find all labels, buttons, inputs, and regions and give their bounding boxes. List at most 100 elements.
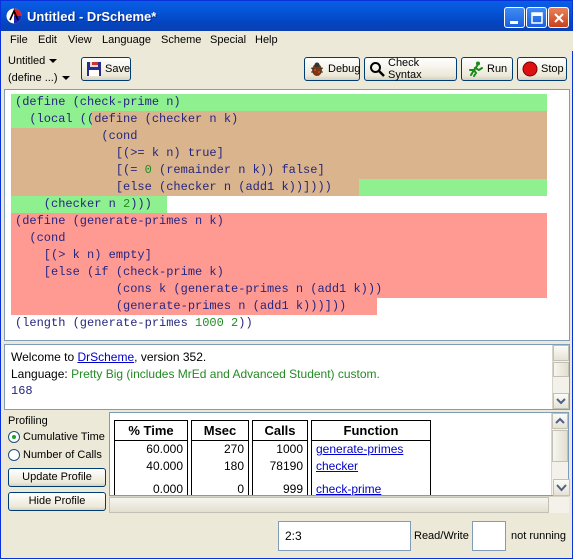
stop-sign-icon [522,61,538,77]
menu-special[interactable]: Special [210,34,246,46]
close-icon [554,13,564,23]
define-menu-label: (define ...) [8,72,58,84]
code-line: (generate-primes n (add1 k)))])) [15,299,347,313]
menu-file[interactable]: File [10,34,28,46]
define-menu[interactable]: (define ...) [8,72,71,84]
maximize-button[interactable] [526,7,547,28]
title-bar[interactable]: Untitled - DrScheme* [1,1,572,31]
profile-horizontal-scrollbar[interactable] [109,496,569,513]
cell-calls: 999 [282,482,303,496]
cell-calls: 78190 [269,459,303,473]
scroll-thumb[interactable] [553,362,569,377]
hide-profile-button[interactable]: Hide Profile [8,492,106,511]
radio-number-of-calls[interactable]: Number of Calls [8,449,102,461]
filename-label: Untitled [8,55,46,67]
result-value: 168 [11,384,33,398]
menu-scheme[interactable]: Scheme [161,34,201,46]
code-line: (length (generate-primes 1000 2)) [15,316,253,330]
gc-indicator [472,521,506,551]
function-link[interactable]: checker [312,458,430,475]
code-line: (local ((define (checker n k) [15,112,239,126]
code-line: [(= 0 (remainder n k)) false] [15,163,325,177]
menu-help[interactable]: Help [255,34,278,46]
cell-time: 60.000 [146,442,183,456]
stop-button-label: Stop [541,63,564,75]
welcome-prefix: Welcome to [11,350,78,364]
menu-edit[interactable]: Edit [38,34,57,46]
floppy-disk-icon [87,62,101,76]
radio-dot-selected [8,431,20,443]
interactions-panel[interactable]: Welcome to DrScheme, version 352. Langua… [4,344,570,410]
code-line: (cond [15,129,138,143]
chevron-up-icon [555,417,565,424]
function-link[interactable]: generate-primes [312,441,430,458]
check-syntax-button[interactable]: Check Syntax [364,57,457,81]
code-line: [(>= k n) true] [15,146,224,160]
code-line: (cond [15,231,66,245]
menu-language[interactable]: Language [102,34,151,46]
code-line: (define (check-prime n) [15,95,181,109]
chevron-down-icon [556,398,566,405]
radio-dot [8,449,20,461]
debug-button-label: Debug [328,63,361,75]
stop-button[interactable]: Stop [517,57,567,81]
cursor-position: 2:3 [278,521,411,551]
column-time: % Time 60.000 40.000 0.000 [114,420,188,496]
filename-menu[interactable]: Untitled [8,55,58,67]
run-button[interactable]: Run [461,57,513,81]
profiling-label: Profiling [8,415,48,427]
language-value: Pretty Big (includes MrEd and Advanced S… [71,367,380,381]
close-window-button[interactable] [548,7,569,28]
magnifier-icon [370,62,385,77]
drscheme-window: Untitled - DrScheme* File Edit View Lang… [0,0,573,559]
welcome-line: Welcome to DrScheme, version 352. [11,350,206,364]
code-line: (cons k (generate-primes n (add1 k))) [15,282,383,296]
chevron-down-icon [556,484,567,492]
drscheme-link[interactable]: DrScheme [77,350,134,364]
code-line: [else (if (check-prime k) [15,265,224,279]
cell-msec: 270 [223,442,244,456]
header-function: Function [312,421,430,441]
column-calls: Calls 1000 78190 999 [252,420,308,496]
scroll-thumb[interactable] [109,497,549,513]
code-line: (checker n 2))) [15,197,152,211]
scroll-up-button[interactable] [552,413,568,429]
check-syntax-button-label: Check Syntax [388,57,422,81]
minimize-button[interactable] [504,7,525,28]
maximize-icon [531,12,543,24]
code-line: (define (generate-primes n k) [15,214,224,228]
cell-time: 0.000 [152,482,183,496]
cell-calls: 1000 [276,442,303,456]
read-write-status: Read/Write [414,530,469,542]
save-button[interactable]: Save [81,57,131,81]
header-msec: Msec [192,421,248,441]
language-prefix: Language: [11,367,72,381]
drscheme-logo-icon [6,8,22,24]
scroll-down-button[interactable] [553,479,570,496]
column-msec: Msec 270 180 0 [191,420,249,496]
update-profile-button[interactable]: Update Profile [8,468,106,487]
code-line: [else (checker n (add1 k))]))) [15,180,332,194]
window-title: Untitled - DrScheme* [27,9,157,24]
highlight-green [359,179,547,196]
header-time: % Time [115,421,187,441]
profiling-panel: Profiling Cumulative Time Number of Call… [4,412,108,517]
profile-table: % Time 60.000 40.000 0.000 Msec 270 180 … [109,412,569,496]
header-calls: Calls [253,421,307,441]
chevron-down-icon [49,59,58,64]
code-line: [(> k n) empty] [15,248,152,262]
function-link[interactable]: check-prime [312,481,430,495]
welcome-suffix: , version 352. [134,350,207,364]
repl-scrollbar[interactable] [552,345,569,409]
scroll-up-button[interactable] [553,345,569,361]
debug-button[interactable]: Debug [304,57,360,81]
scroll-thumb[interactable] [552,430,568,462]
save-button-label: Save [105,63,131,75]
menu-view[interactable]: View [68,34,92,46]
scroll-down-button[interactable] [553,393,569,409]
radio-cumulative-time[interactable]: Cumulative Time [8,431,105,443]
definitions-editor[interactable]: (define (check-prime n) (local ((define … [4,89,570,341]
cell-msec: 0 [237,482,244,496]
chevron-down-icon [61,76,70,81]
column-function: Function generate-primes checker check-p… [311,420,431,495]
